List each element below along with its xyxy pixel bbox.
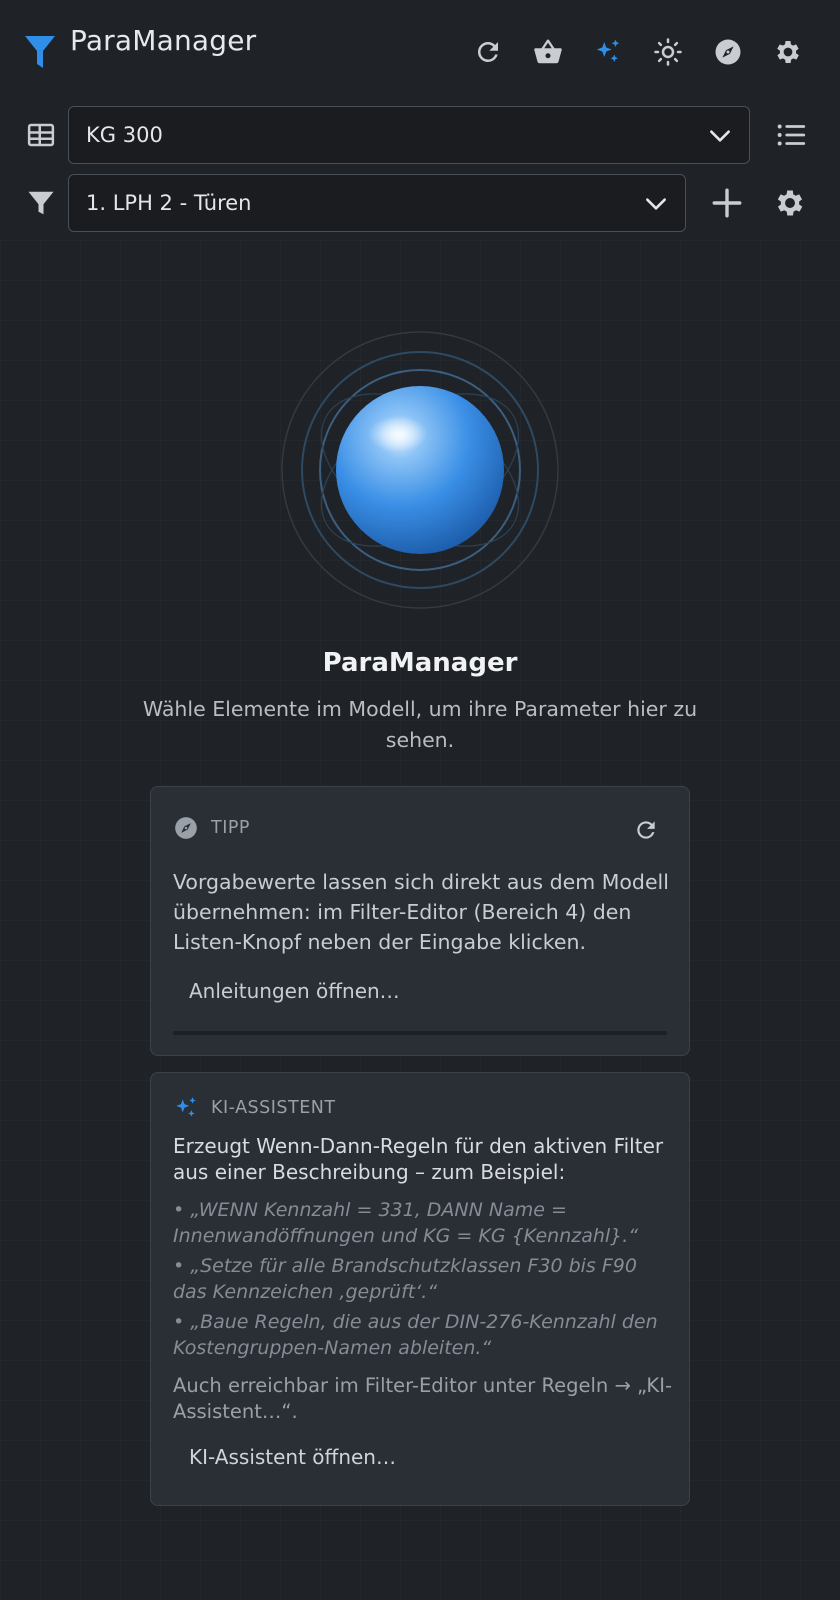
category-select[interactable]: KG 300 <box>68 106 750 164</box>
filter-row: 1. LPH 2 - Türen <box>0 174 840 234</box>
ki-assistant-card: KI-ASSISTENT Erzeugt Wenn-Dann-Regeln fü… <box>150 1072 690 1506</box>
category-select-value: KG 300 <box>86 123 163 147</box>
add-filter-button[interactable] <box>710 186 744 220</box>
filter-select-value: 1. LPH 2 - Türen <box>86 191 252 215</box>
tip-card: TIPP Vorgabewerte lassen sich direkt aus… <box>150 786 690 1056</box>
ki-card-note: Auch erreichbar im Filter-Editor unter R… <box>173 1374 672 1423</box>
empty-state-subtitle: Wähle Elemente im Modell, um ihre Parame… <box>142 697 698 752</box>
gear-icon <box>777 190 803 216</box>
filter-icon <box>26 188 56 218</box>
sparkle-icon <box>596 39 620 62</box>
category-row: KG 300 <box>0 106 840 166</box>
gear-icon <box>777 41 799 63</box>
ai-sparkle-button[interactable] <box>592 36 624 68</box>
app-title: ParaManager <box>70 24 257 57</box>
filter-select[interactable]: 1. LPH 2 - Türen <box>68 174 686 232</box>
toolbar <box>472 36 804 68</box>
refresh-icon <box>477 41 498 62</box>
next-tip-button[interactable] <box>633 817 659 843</box>
compass-icon <box>175 817 197 839</box>
list-icon <box>777 124 806 146</box>
brightness-button[interactable] <box>652 36 684 68</box>
tip-progress-bar <box>173 1031 667 1035</box>
sparkle-icon <box>176 1097 196 1117</box>
compass-icon <box>715 39 741 65</box>
tip-card-header: TIPP <box>173 815 250 841</box>
brightness-icon <box>654 38 682 66</box>
plus-icon <box>712 188 742 218</box>
tip-card-text: Vorgabewerte lassen sich direkt aus dem … <box>173 870 669 954</box>
chevron-down-icon <box>646 198 666 210</box>
chevron-down-icon <box>710 130 730 142</box>
open-guides-button[interactable]: Anleitungen öffnen… <box>189 979 400 1003</box>
basket-button[interactable] <box>532 36 564 68</box>
settings-button[interactable] <box>772 36 804 68</box>
refresh-icon <box>637 821 655 839</box>
table-icon <box>26 120 56 150</box>
ki-card-header: KI-ASSISTENT <box>173 1095 336 1121</box>
orb-illustration <box>280 330 560 610</box>
open-ki-assistant-button[interactable]: KI-Assistent öffnen… <box>189 1445 396 1469</box>
tip-card-label: TIPP <box>211 818 250 838</box>
compass-button[interactable] <box>712 36 744 68</box>
ki-card-intro: Erzeugt Wenn-Dann-Regeln für den aktiven… <box>173 1134 664 1184</box>
filter-settings-button[interactable] <box>773 186 807 220</box>
refresh-button[interactable] <box>472 36 504 68</box>
ki-examples-list: • „WENN Kennzahl = 331, DANN Name = Inne… <box>173 1197 673 1365</box>
basket-icon <box>534 39 562 64</box>
ki-example-item: • „WENN Kennzahl = 331, DANN Name = Inne… <box>173 1199 639 1247</box>
funnel-logo-icon <box>24 34 56 70</box>
app-header: ParaManager <box>0 0 840 100</box>
ki-example-item: • „Setze für alle Brandschutzklassen F30… <box>173 1255 637 1303</box>
ki-card-label: KI-ASSISTENT <box>211 1098 336 1118</box>
ki-example-item: • „Baue Regeln, die aus der DIN-276-Kenn… <box>173 1311 658 1359</box>
list-view-button[interactable] <box>774 118 808 152</box>
empty-state-title: ParaManager <box>322 648 518 678</box>
